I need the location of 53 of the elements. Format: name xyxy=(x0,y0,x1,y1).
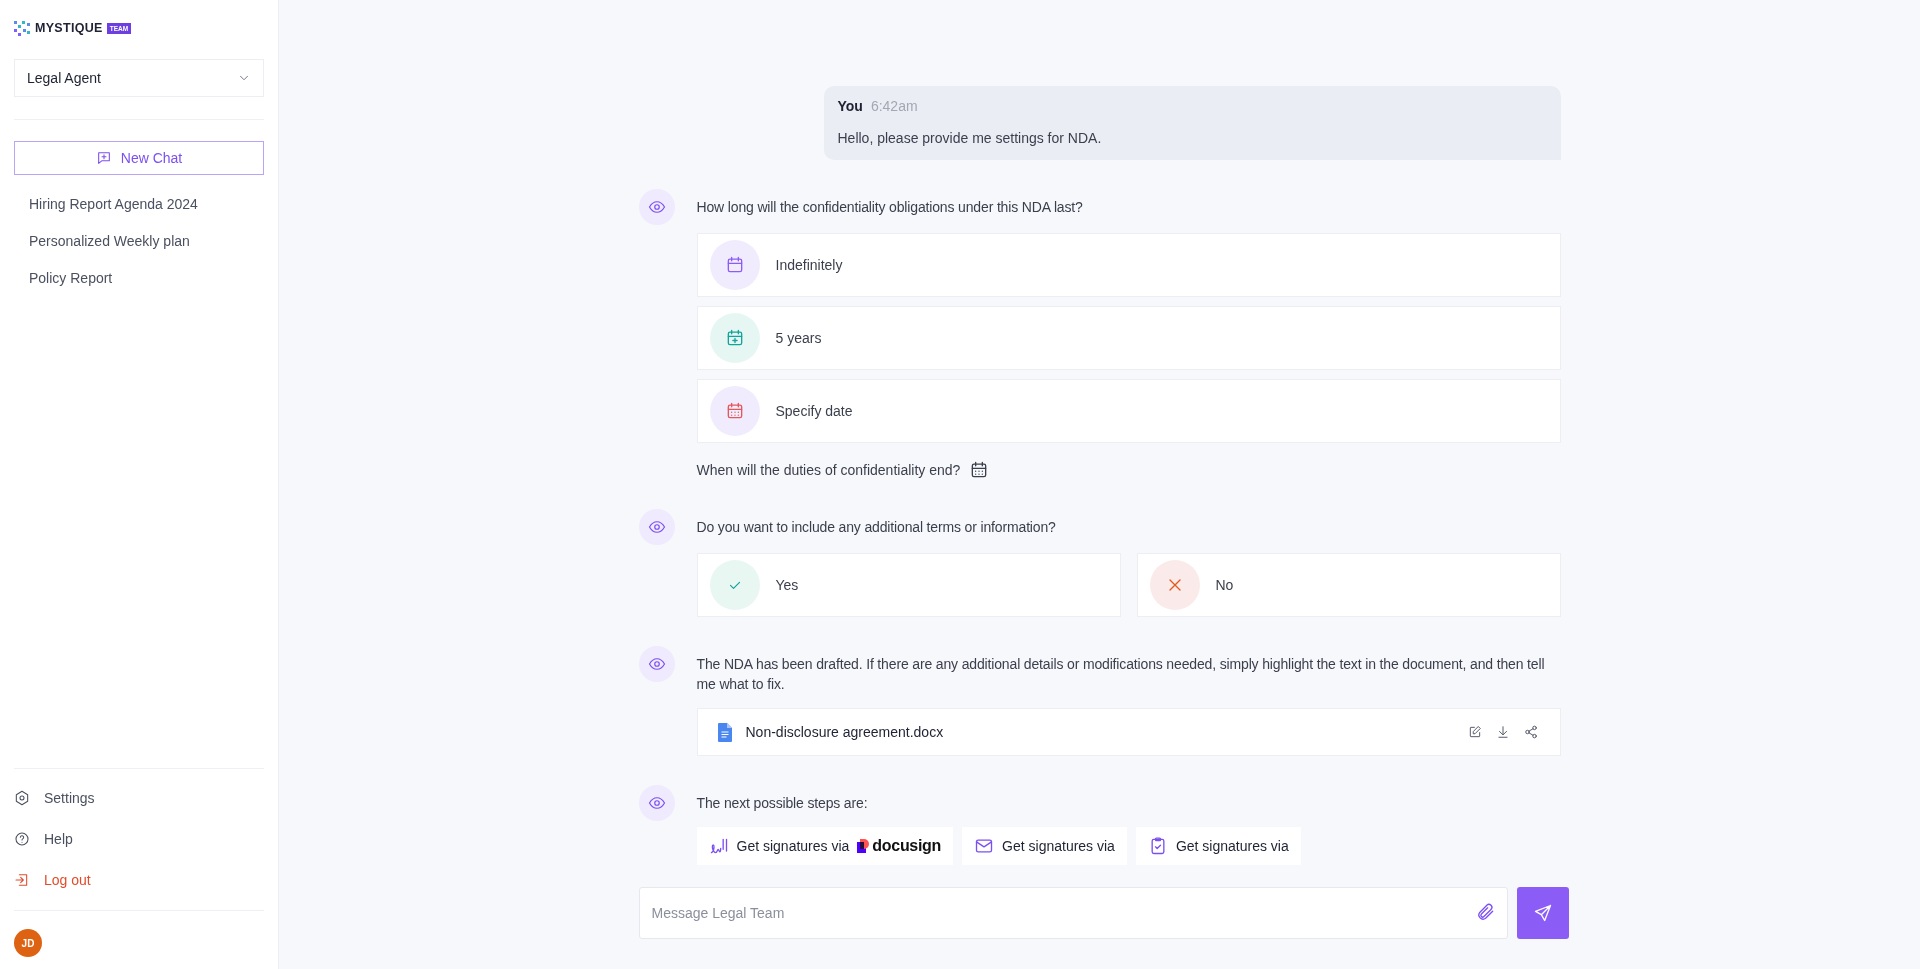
sidebar-nav-item[interactable]: Settings xyxy=(14,777,264,818)
logout-icon xyxy=(14,871,30,888)
assistant-message-text: The next possible steps are: xyxy=(696,794,869,813)
message-text: Hello, please provide me settings for NDA. xyxy=(837,130,1103,146)
option-label: Specify date xyxy=(775,403,853,419)
eye-icon xyxy=(647,198,666,216)
signature-action-button[interactable]: Get signatures via docusign xyxy=(696,827,954,865)
answer-option[interactable]: Yes xyxy=(696,553,1121,617)
eye-icon xyxy=(647,518,666,536)
new-chat-button[interactable]: New Chat xyxy=(14,141,264,175)
option-label: No xyxy=(1215,577,1234,593)
assistant-message-text: The NDA has been drafted. If there are any additional details or modifications needed, simply highlight the text in the document, and then tell me what to fix. xyxy=(696,655,1546,694)
brand-logo: docusign xyxy=(857,837,942,855)
user-avatar[interactable]: JD xyxy=(14,929,42,957)
settings-icon xyxy=(14,789,30,806)
send-button[interactable] xyxy=(1516,887,1569,939)
agent-dropdown[interactable]: Legal Agent xyxy=(14,59,264,97)
option-label: Yes xyxy=(775,577,799,593)
message-author: You xyxy=(837,98,863,114)
logo-wordmark: MYSTIQUE xyxy=(35,21,103,35)
chat-history-item[interactable]: Personalized Weekly plan xyxy=(14,222,264,259)
option-label: 5 years xyxy=(775,330,822,346)
answer-option[interactable]: 5 years xyxy=(696,306,1561,370)
chat-history-item[interactable]: Policy Report xyxy=(14,259,264,296)
answer-option[interactable]: No xyxy=(1136,553,1561,617)
nav-label: Settings xyxy=(44,789,95,806)
chat-history-item[interactable]: Hiring Report Agenda 2024 xyxy=(14,185,264,222)
signature-icon xyxy=(708,836,729,856)
document-icon xyxy=(717,722,732,742)
attach-button[interactable] xyxy=(1475,902,1496,922)
logout-link[interactable]: Log out xyxy=(14,859,264,900)
assistant-message-text: How long will the confidentiality obligations under this NDA last? xyxy=(696,198,1084,217)
signature-action-button[interactable]: Get signatures via xyxy=(1135,827,1301,865)
eye-icon xyxy=(647,655,666,673)
eye-icon xyxy=(647,794,666,812)
message-time: 6:42am xyxy=(870,98,918,114)
nav-label: Help xyxy=(44,830,73,847)
option-label: Indefinitely xyxy=(775,257,843,273)
logo-icon xyxy=(14,20,31,36)
nav-label: Log out xyxy=(44,871,91,888)
signature-action-button[interactable]: Get signatures via xyxy=(962,827,1127,865)
send-icon xyxy=(1532,903,1553,923)
followup-question: When will the duties of confidentiality end? xyxy=(696,462,961,478)
dropdown-value: Legal Agent xyxy=(27,70,101,86)
paperclip-icon xyxy=(1475,902,1496,922)
message-input-field[interactable]: Message Legal Team xyxy=(638,887,1508,939)
file-name[interactable]: Non-disclosure agreement.docx xyxy=(745,724,1452,740)
answer-option[interactable]: Indefinitely xyxy=(696,233,1561,297)
answer-option[interactable]: Specify date xyxy=(696,379,1561,443)
assistant-message-text: Do you want to include any additional terms or information? xyxy=(696,518,1057,537)
help-icon xyxy=(14,830,30,847)
sidebar-nav-item[interactable]: Help xyxy=(14,818,264,859)
chat-plus-icon xyxy=(95,150,112,166)
